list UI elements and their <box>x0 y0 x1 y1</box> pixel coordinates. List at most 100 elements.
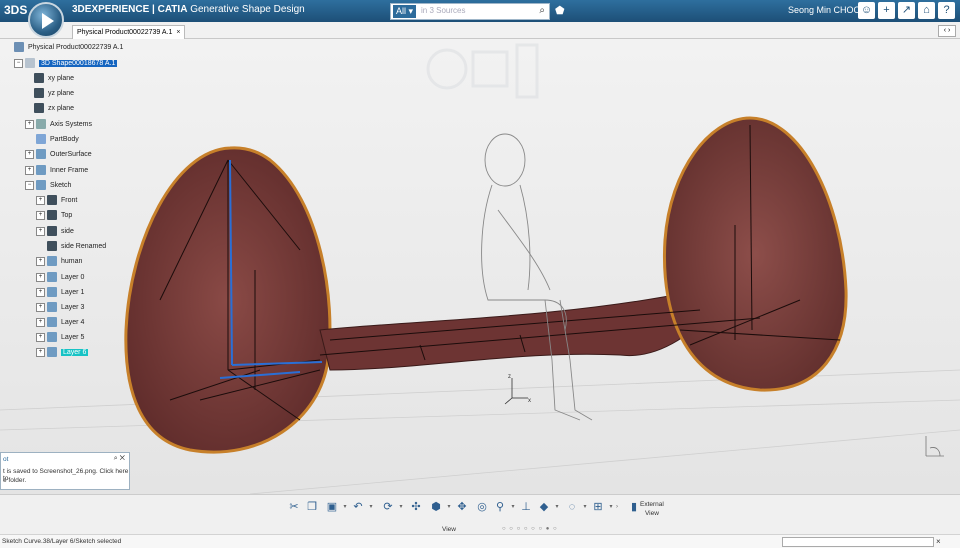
expand-icon[interactable]: + <box>25 165 34 175</box>
expand-icon[interactable]: + <box>25 119 34 129</box>
external-label-2: View <box>644 510 659 517</box>
external-view-label[interactable]: External View <box>640 500 664 518</box>
collapse-icon[interactable]: − <box>14 58 23 68</box>
expand-icon[interactable]: + <box>36 272 45 282</box>
tree-node-layer-4[interactable]: + Layer 4 <box>36 316 84 330</box>
tree-node-outersurface[interactable]: + OuterSurface <box>25 148 92 162</box>
tree-node-layer-0[interactable]: + Layer 0 <box>36 271 84 285</box>
power-input[interactable] <box>782 537 934 547</box>
geoset-icon <box>47 302 57 313</box>
tree-node-layer-5[interactable]: + Layer 5 <box>36 331 84 345</box>
plus-icon[interactable]: + <box>878 2 895 19</box>
tree-label: Layer 4 <box>61 319 85 326</box>
expand-icon[interactable]: + <box>36 302 45 312</box>
help-icon[interactable]: ? <box>938 2 955 19</box>
tab-physical-product[interactable]: Physical Product00022739 A.1 × <box>72 25 186 39</box>
ds-logo-icon[interactable]: 3DS <box>4 3 27 19</box>
expand-icon[interactable]: + <box>36 317 45 327</box>
notification-panel[interactable]: ot ⌕ ✕ t is saved to Screenshot_26.png. … <box>0 452 130 490</box>
expand-icon[interactable]: + <box>36 226 45 236</box>
expand-icon[interactable]: + <box>36 195 45 205</box>
undo-dropdown-icon[interactable]: ▾ <box>368 499 374 515</box>
tree-node-partbody[interactable]: PartBody <box>36 133 79 147</box>
copy-icon[interactable]: ❐ <box>304 499 320 515</box>
paste-icon[interactable]: ▣ <box>324 499 340 515</box>
specification-tree: Physical Product00022739 A.1 − 3D Shape00… <box>0 40 180 370</box>
share-icon[interactable]: ↗ <box>898 2 915 19</box>
notification-line2[interactable]: e folder. <box>3 477 26 484</box>
tree-node-side[interactable]: + side <box>36 225 74 239</box>
tree-label: Layer 1 <box>61 289 85 296</box>
tree-node-yz-plane[interactable]: yz plane <box>34 87 74 101</box>
tree-node-front[interactable]: + Front <box>36 194 77 208</box>
zoom-dropdown-icon[interactable]: ▾ <box>510 499 516 515</box>
search-scope-dropdown[interactable]: All ▾ <box>393 5 417 18</box>
tree-label: zx plane <box>48 105 75 112</box>
close-icon[interactable]: ✕ <box>120 455 125 462</box>
rotate-cube-icon[interactable]: ⬢ <box>428 499 444 515</box>
person-icon[interactable]: ☺ <box>858 2 875 19</box>
expand-icon[interactable]: + <box>36 256 45 266</box>
look-at-icon[interactable]: ◎ <box>474 499 490 515</box>
tree-node-layer-6[interactable]: + Layer 6 <box>36 346 89 360</box>
tab-bar: Physical Product00022739 A.1 × ‹ › <box>0 22 960 39</box>
search-icon[interactable]: ⌕ <box>539 5 545 16</box>
zoom-icon[interactable]: ⚲ <box>492 499 508 515</box>
tree-label: side Renamed <box>61 243 107 250</box>
tag-icon[interactable]: ⬟ <box>555 4 565 17</box>
section-pager[interactable]: ○ ○ ○ ○ ○ ○ ● ○ <box>502 526 558 532</box>
multi-view-icon[interactable]: ⊞ <box>590 499 606 515</box>
tree-node-xy-plane[interactable]: xy plane <box>34 72 74 86</box>
tab-scroll-button[interactable]: ‹ › <box>938 25 956 37</box>
pan-icon[interactable]: ✣ <box>408 499 424 515</box>
tree-label: Front <box>61 197 78 204</box>
user-name[interactable]: Seong Min CHOO <box>788 5 861 15</box>
cut-icon[interactable]: ✂ <box>286 499 302 515</box>
expand-icon[interactable]: + <box>25 149 34 159</box>
tree-node-zx-plane[interactable]: zx plane <box>34 102 74 116</box>
tree-node-axis-systems[interactable]: + Axis Systems <box>25 118 92 132</box>
iso-view-icon[interactable]: ◆ <box>536 499 552 515</box>
tree-node-inner-frame[interactable]: + Inner Frame <box>25 164 88 178</box>
more-icon[interactable]: › <box>614 499 620 515</box>
hide-dropdown-icon[interactable]: ▾ <box>582 499 588 515</box>
close-icon[interactable]: × <box>936 535 941 548</box>
rotate-dropdown-icon[interactable]: ▾ <box>446 499 452 515</box>
search-icon[interactable]: ⌕ <box>114 455 118 462</box>
tree-label: Sketch <box>50 182 72 189</box>
search-input[interactable]: All ▾ in 3 Sources ⌕ <box>390 3 550 20</box>
tree-node-sketch[interactable]: − Sketch <box>25 179 71 193</box>
geoset-icon <box>36 165 46 176</box>
tree-node-layer-3[interactable]: + Layer 3 <box>36 301 84 315</box>
view-dropdown-icon[interactable]: ▾ <box>554 499 560 515</box>
undo-icon[interactable]: ↶ <box>350 499 366 515</box>
expand-icon[interactable]: + <box>36 287 45 297</box>
tree-node-human[interactable]: + human <box>36 255 82 269</box>
collapse-icon[interactable]: − <box>25 180 34 190</box>
expand-icon[interactable]: + <box>36 347 45 357</box>
fit-all-icon[interactable]: ⟳ <box>380 499 396 515</box>
tree-node-top[interactable]: + Top <box>36 209 72 223</box>
svg-text:x: x <box>528 398 531 404</box>
close-icon[interactable]: × <box>176 29 180 36</box>
home-icon[interactable]: ⌂ <box>918 2 935 19</box>
tree-node-side-renamed[interactable]: side Renamed <box>47 240 106 254</box>
tree-node-product[interactable]: Physical Product00022739 A.1 <box>14 41 123 55</box>
expand-icon[interactable]: + <box>36 210 45 220</box>
tree-node-shape[interactable]: − 3D Shape00018678 A.1 <box>14 57 118 71</box>
tree-label: Layer 5 <box>61 334 85 341</box>
fit-dropdown-icon[interactable]: ▾ <box>398 499 404 515</box>
compass-play-icon[interactable] <box>28 2 64 38</box>
expand-icon[interactable]: + <box>36 332 45 342</box>
search-placeholder: in 3 Sources <box>421 6 466 15</box>
tree-label: Inner Frame <box>50 167 89 174</box>
move-icon[interactable]: ✥ <box>454 499 470 515</box>
product-icon <box>14 42 24 53</box>
paste-dropdown-icon[interactable]: ▾ <box>342 499 348 515</box>
normal-view-icon[interactable]: ⊥ <box>518 499 534 515</box>
tree-node-layer-1[interactable]: + Layer 1 <box>36 286 84 300</box>
notification-controls[interactable]: ⌕ ✕ <box>114 455 125 463</box>
geoset-icon <box>36 180 46 191</box>
corner-compass <box>925 436 944 457</box>
hide-show-icon[interactable]: ◌ <box>564 499 580 515</box>
